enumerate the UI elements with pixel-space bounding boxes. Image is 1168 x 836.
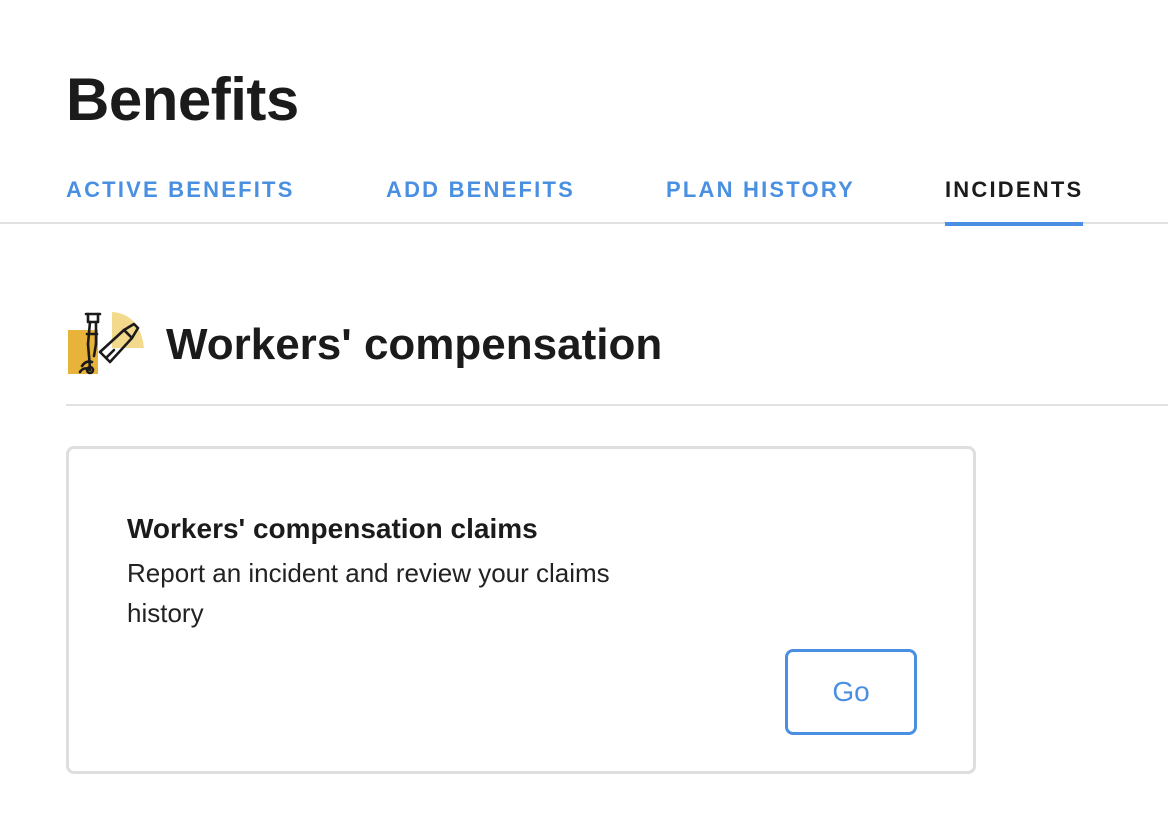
go-button[interactable]: Go bbox=[785, 649, 917, 735]
tab-active-benefits[interactable]: ACTIVE BENEFITS bbox=[66, 176, 295, 224]
card-title: Workers' compensation claims bbox=[127, 513, 538, 544]
section-title: Workers' compensation bbox=[166, 320, 663, 369]
tab-plan-history[interactable]: PLAN HISTORY bbox=[666, 176, 855, 224]
tab-incidents[interactable]: INCIDENTS bbox=[945, 176, 1084, 226]
page-title: Benefits bbox=[66, 66, 299, 133]
benefits-page: Benefits ACTIVE BENEFITS ADD BENEFITS PL… bbox=[0, 0, 1168, 836]
crutch-cast-icon bbox=[66, 308, 146, 378]
card-description: Report an incident and review your claim… bbox=[127, 558, 610, 628]
workers-compensation-section-header: Workers' compensation bbox=[66, 300, 1168, 406]
tab-add-benefits[interactable]: ADD BENEFITS bbox=[386, 176, 575, 224]
benefits-tabs: ACTIVE BENEFITS ADD BENEFITS PLAN HISTOR… bbox=[0, 172, 1168, 226]
workers-compensation-claims-card: Workers' compensation claims Report an i… bbox=[66, 446, 976, 774]
